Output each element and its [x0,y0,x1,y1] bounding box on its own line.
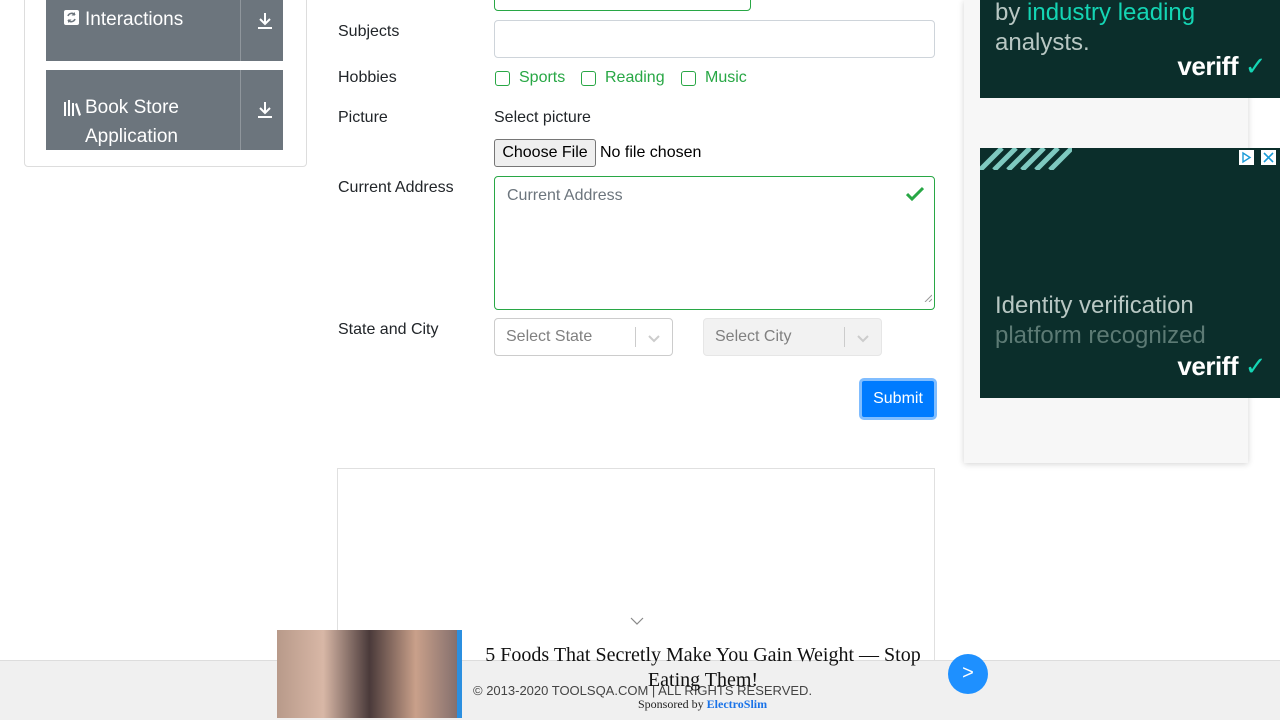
sidebar-group-label: Interactions [85,9,184,30]
resize-handle-icon[interactable] [924,289,933,307]
hobby-sports-label[interactable]: Sports [519,69,565,87]
veriff-logo: veriff ✓ [1177,51,1266,81]
stripe-pattern-icon [980,148,1072,170]
group-divider [240,70,241,150]
hobbies-label: Hobbies [338,69,397,86]
city-placeholder: Select City [715,328,792,345]
hobby-music-checkbox[interactable] [681,71,696,86]
previous-field[interactable] [494,0,751,11]
hobby-music-label[interactable]: Music [705,69,747,87]
state-select[interactable]: Select State [494,318,673,356]
subjects-input[interactable] [494,20,935,58]
group-divider [240,0,241,61]
hobby-reading-checkbox[interactable] [581,71,596,86]
next-button[interactable]: > [948,654,988,694]
sidebar-group-label-line2: Application [85,126,178,147]
refresh-icon [64,10,79,29]
select-separator [635,327,636,347]
select-separator [844,327,845,347]
chevron-down-icon [855,330,871,346]
current-address-label: Current Address [338,179,454,196]
veriff-ad-main[interactable]: Identity verification platform recognize… [980,148,1280,398]
sponsored-title[interactable]: 5 Foods That Secretly Make You Gain Weig… [478,643,928,693]
hobby-sports-checkbox[interactable] [495,71,510,86]
valid-check-icon [905,186,925,207]
current-address-textarea[interactable]: Current Address [494,176,935,310]
sponsor-link[interactable]: ElectroSlim [707,697,767,711]
ad-body-line1: Identity verification [995,292,1194,319]
submit-button[interactable]: Submit [859,378,937,420]
choose-file-button[interactable]: Choose File [494,139,596,167]
ad-headline-line1: by industry leading [995,0,1196,26]
ad-body-line2: platform recognized [995,322,1206,349]
ad-headline-line2: analysts. [995,29,1090,56]
image-accent-bar [457,630,462,718]
picture-label: Picture [338,109,388,126]
chevron-down-icon[interactable] [646,330,662,346]
sponsored-by: Sponsored by ElectroSlim [638,697,768,711]
sidebar-group-book-store[interactable]: Book Store Application [46,70,283,150]
subjects-label: Subjects [338,23,400,40]
adchoices-icon[interactable] [1239,150,1254,165]
sidebar-group-label-line1: Book Store [85,97,179,118]
sidebar-group-interactions[interactable]: Interactions [46,0,283,61]
veriff-ad-top[interactable]: by industry leading analysts. veriff ✓ [980,0,1280,98]
download-icon[interactable] [256,11,274,31]
close-ad-icon[interactable] [1261,150,1276,165]
veriff-logo: veriff ✓ [1177,351,1266,381]
books-icon [64,100,82,120]
chevron-down-icon[interactable] [630,613,644,631]
sponsored-image[interactable] [277,630,462,718]
file-status: No file chosen [600,144,702,161]
hobby-reading-label[interactable]: Reading [605,69,665,87]
state-placeholder: Select State [506,328,593,345]
picture-prompt: Select picture [494,109,591,126]
current-address-placeholder: Current Address [507,187,623,204]
download-icon[interactable] [256,100,274,120]
city-select: Select City [703,318,882,356]
state-city-label: State and City [338,321,439,338]
